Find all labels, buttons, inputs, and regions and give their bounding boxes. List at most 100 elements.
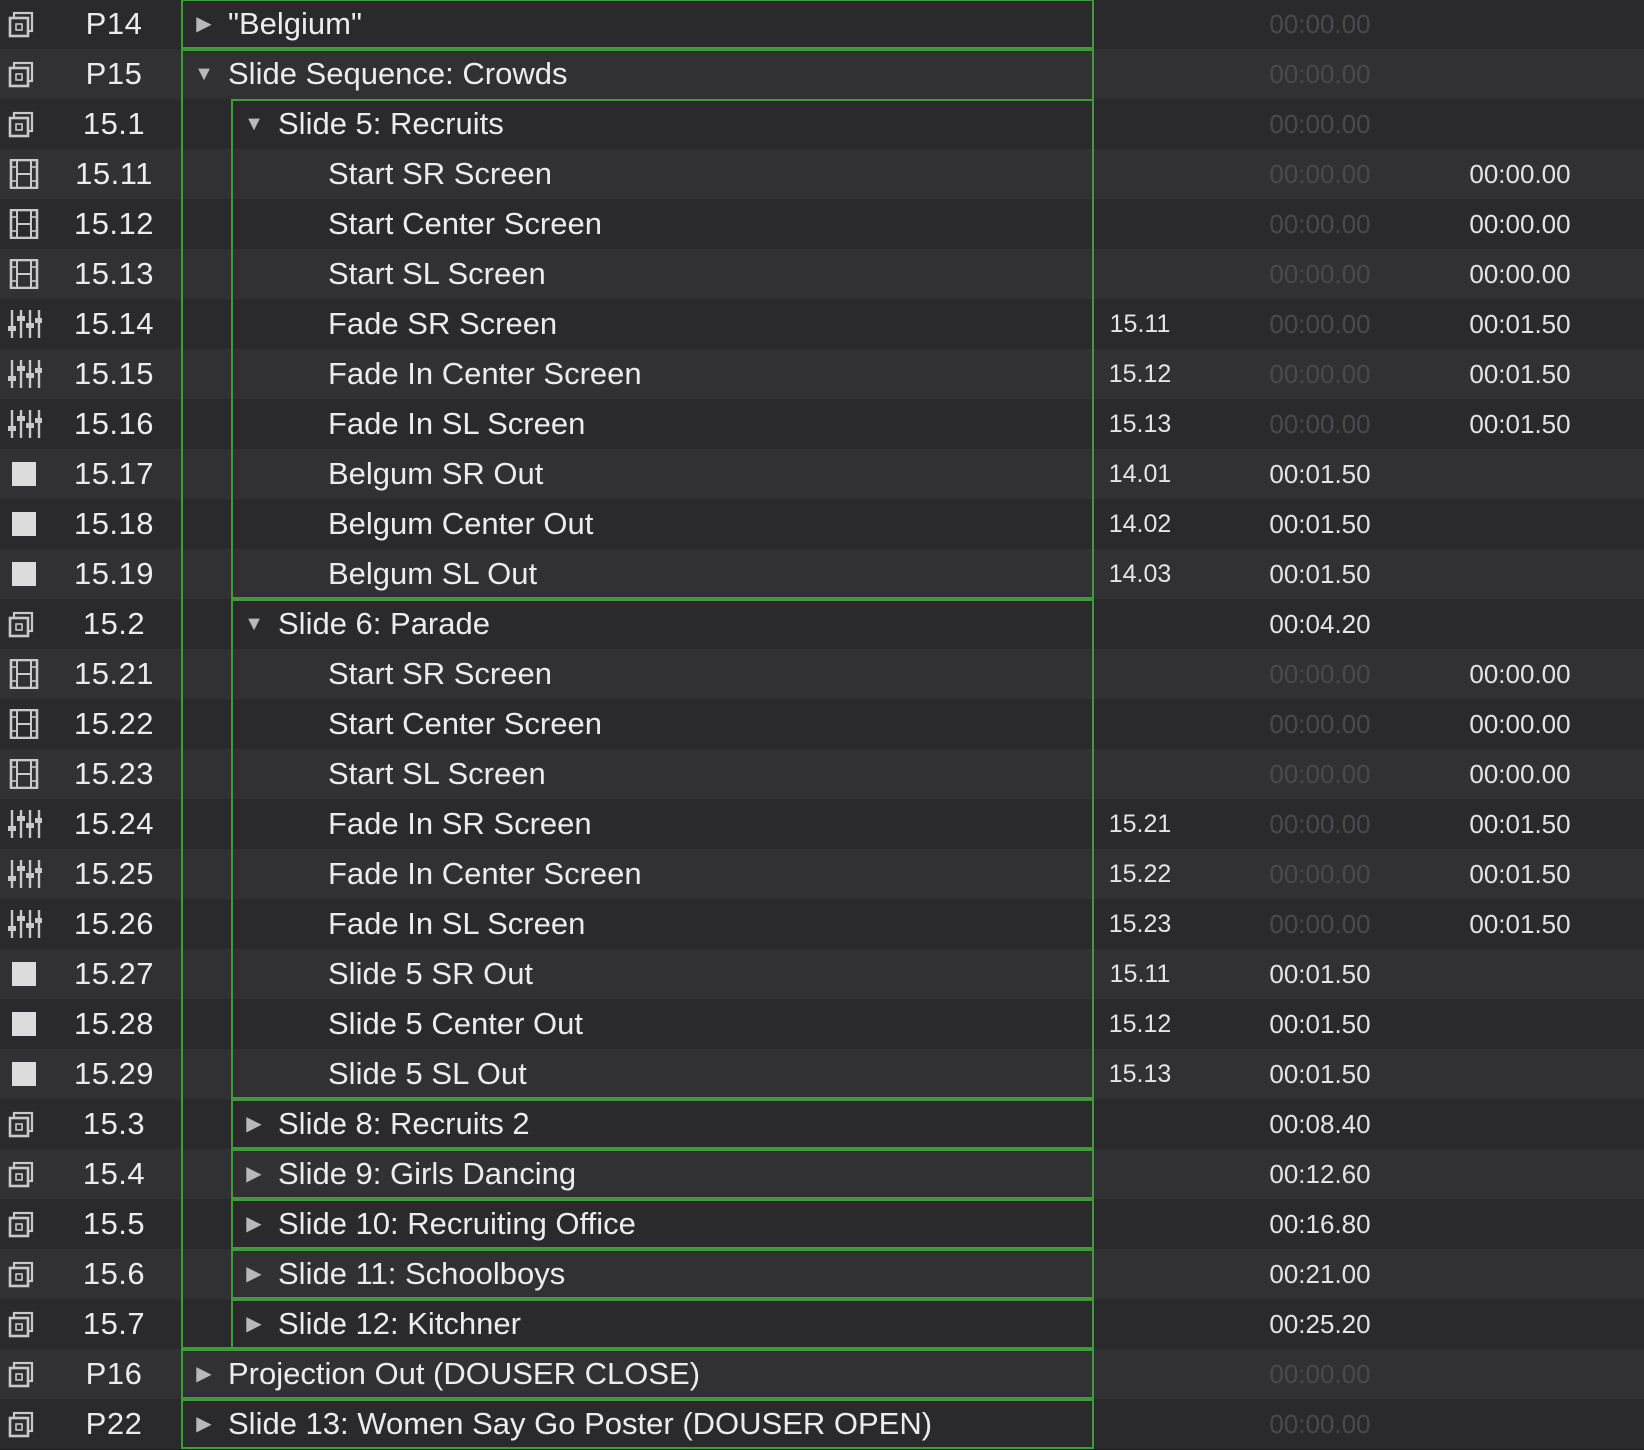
cue-row[interactable]: 15.18 Belgum Center Out 14.02 00:01.50 (0, 499, 1644, 549)
cue-prewait[interactable]: 00:01.50 (1240, 549, 1400, 599)
cue-prewait[interactable]: 00:00.00 (1240, 249, 1400, 299)
cue-prewait[interactable]: 00:00.00 (1240, 49, 1400, 99)
cue-prewait[interactable]: 00:00.00 (1240, 299, 1400, 349)
cue-row[interactable]: P14 ▶ "Belgium" 00:00.00 (0, 0, 1644, 49)
cue-row[interactable]: 15.13 Start SL Screen 00:00.00 00:00.00 (0, 249, 1644, 299)
cue-prewait[interactable]: 00:25.20 (1240, 1299, 1400, 1349)
cue-row[interactable]: 15.25 Fade In Center Screen 15.22 00:00.00 0… (0, 849, 1644, 899)
cue-prewait[interactable]: 00:00.00 (1240, 349, 1400, 399)
cue-number[interactable]: 15.25 (44, 849, 184, 899)
cue-action-time[interactable]: 00:01.50 (1440, 399, 1600, 449)
cue-number[interactable]: 15.2 (44, 599, 184, 649)
disclosure-collapsed-icon[interactable]: ▶ (243, 1099, 265, 1149)
disclosure-expanded-icon[interactable]: ▼ (243, 99, 265, 149)
cue-prewait[interactable]: 00:12.60 (1240, 1149, 1400, 1199)
cue-number[interactable]: 15.19 (44, 549, 184, 599)
cue-row[interactable]: 15.3 ▶ Slide 8: Recruits 2 00:08.40 (0, 1099, 1644, 1149)
cue-prewait[interactable]: 00:01.50 (1240, 1049, 1400, 1099)
cue-prewait[interactable]: 00:00.00 (1240, 749, 1400, 799)
cue-name[interactable]: Fade In SR Screen (328, 799, 592, 849)
disclosure-collapsed-icon[interactable]: ▶ (193, 1399, 215, 1449)
disclosure-collapsed-icon[interactable]: ▶ (193, 1349, 215, 1399)
cue-action-time[interactable]: 00:00.00 (1440, 149, 1600, 199)
cue-action-time[interactable]: 00:00.00 (1440, 199, 1600, 249)
cue-name[interactable]: Slide 8: Recruits 2 (278, 1099, 530, 1149)
cue-name[interactable]: Slide 12: Kitchner (278, 1299, 521, 1349)
cue-action-time[interactable]: 00:00.00 (1440, 249, 1600, 299)
cue-name[interactable]: Fade In SL Screen (328, 899, 585, 949)
cue-number[interactable]: 15.12 (44, 199, 184, 249)
disclosure-collapsed-icon[interactable]: ▶ (243, 1199, 265, 1249)
cue-number[interactable]: 15.29 (44, 1049, 184, 1099)
cue-name[interactable]: Slide 9: Girls Dancing (278, 1149, 576, 1199)
cue-name[interactable]: Fade In Center Screen (328, 349, 642, 399)
cue-row[interactable]: 15.14 Fade SR Screen 15.11 00:00.00 00:01.50 (0, 299, 1644, 349)
cue-number[interactable]: P16 (44, 1349, 184, 1399)
cue-row[interactable]: 15.1 ▼ Slide 5: Recruits 00:00.00 (0, 99, 1644, 149)
cue-row[interactable]: 15.5 ▶ Slide 10: Recruiting Office 00:16.80 (0, 1199, 1644, 1249)
cue-prewait[interactable]: 00:00.00 (1240, 399, 1400, 449)
cue-action-time[interactable]: 00:01.50 (1440, 799, 1600, 849)
cue-row[interactable]: 15.27 Slide 5 SR Out 15.11 00:01.50 (0, 949, 1644, 999)
cue-number[interactable]: 15.18 (44, 499, 184, 549)
cue-prewait[interactable]: 00:00.00 (1240, 0, 1400, 49)
cue-name[interactable]: Slide 10: Recruiting Office (278, 1199, 636, 1249)
cue-target[interactable]: 14.02 (1080, 499, 1200, 549)
cue-name[interactable]: Start Center Screen (328, 199, 602, 249)
cue-prewait[interactable]: 00:01.50 (1240, 999, 1400, 1049)
cue-row[interactable]: 15.22 Start Center Screen 00:00.00 00:00.00 (0, 699, 1644, 749)
cue-prewait[interactable]: 00:00.00 (1240, 99, 1400, 149)
cue-target[interactable]: 15.11 (1080, 949, 1200, 999)
cue-name[interactable]: Slide 5: Recruits (278, 99, 504, 149)
cue-name[interactable]: Fade In Center Screen (328, 849, 642, 899)
cue-row[interactable]: 15.26 Fade In SL Screen 15.23 00:00.00 00:01… (0, 899, 1644, 949)
cue-number[interactable]: 15.24 (44, 799, 184, 849)
cue-action-time[interactable]: 00:01.50 (1440, 849, 1600, 899)
cue-row[interactable]: 15.29 Slide 5 SL Out 15.13 00:01.50 (0, 1049, 1644, 1099)
cue-prewait[interactable]: 00:00.00 (1240, 699, 1400, 749)
cue-target[interactable]: 14.01 (1080, 449, 1200, 499)
cue-prewait[interactable]: 00:00.00 (1240, 199, 1400, 249)
cue-name[interactable]: Fade SR Screen (328, 299, 557, 349)
cue-prewait[interactable]: 00:00.00 (1240, 849, 1400, 899)
cue-name[interactable]: "Belgium" (228, 0, 362, 49)
cue-number[interactable]: 15.14 (44, 299, 184, 349)
cue-name[interactable]: Belgum Center Out (328, 499, 593, 549)
cue-number[interactable]: P22 (44, 1399, 184, 1449)
cue-row[interactable]: P22 ▶ Slide 13: Women Say Go Poster (DOUSE… (0, 1399, 1644, 1449)
cue-number[interactable]: 15.5 (44, 1199, 184, 1249)
cue-prewait[interactable]: 00:01.50 (1240, 949, 1400, 999)
cue-target[interactable]: 14.03 (1080, 549, 1200, 599)
cue-target[interactable]: 15.13 (1080, 1049, 1200, 1099)
cue-name[interactable]: Slide 11: Schoolboys (278, 1249, 565, 1299)
cue-prewait[interactable]: 00:21.00 (1240, 1249, 1400, 1299)
cue-action-time[interactable]: 00:01.50 (1440, 299, 1600, 349)
cue-prewait[interactable]: 00:04.20 (1240, 599, 1400, 649)
cue-number[interactable]: 15.17 (44, 449, 184, 499)
cue-name[interactable]: Projection Out (DOUSER CLOSE) (228, 1349, 700, 1399)
cue-prewait[interactable]: 00:00.00 (1240, 1349, 1400, 1399)
cue-number[interactable]: 15.4 (44, 1149, 184, 1199)
cue-prewait[interactable]: 00:01.50 (1240, 499, 1400, 549)
cue-target[interactable]: 15.12 (1080, 999, 1200, 1049)
cue-action-time[interactable]: 00:00.00 (1440, 749, 1600, 799)
cue-action-time[interactable]: 00:00.00 (1440, 649, 1600, 699)
cue-prewait[interactable]: 00:01.50 (1240, 449, 1400, 499)
disclosure-collapsed-icon[interactable]: ▶ (243, 1299, 265, 1349)
cue-prewait[interactable]: 00:08.40 (1240, 1099, 1400, 1149)
cue-name[interactable]: Slide Sequence: Crowds (228, 49, 567, 99)
cue-target[interactable]: 15.11 (1080, 299, 1200, 349)
cue-prewait[interactable]: 00:00.00 (1240, 149, 1400, 199)
cue-action-time[interactable]: 00:01.50 (1440, 349, 1600, 399)
cue-row[interactable]: 15.2 ▼ Slide 6: Parade 00:04.20 (0, 599, 1644, 649)
cue-name[interactable]: Start SR Screen (328, 149, 552, 199)
disclosure-collapsed-icon[interactable]: ▶ (193, 0, 215, 49)
cue-number[interactable]: 15.11 (44, 149, 184, 199)
disclosure-collapsed-icon[interactable]: ▶ (243, 1149, 265, 1199)
cue-name[interactable]: Slide 13: Women Say Go Poster (DOUSER OP… (228, 1399, 932, 1449)
cue-name[interactable]: Slide 5 SL Out (328, 1049, 527, 1099)
cue-target[interactable]: 15.12 (1080, 349, 1200, 399)
cue-name[interactable]: Start SL Screen (328, 749, 546, 799)
cue-name[interactable]: Fade In SL Screen (328, 399, 585, 449)
cue-prewait[interactable]: 00:00.00 (1240, 899, 1400, 949)
